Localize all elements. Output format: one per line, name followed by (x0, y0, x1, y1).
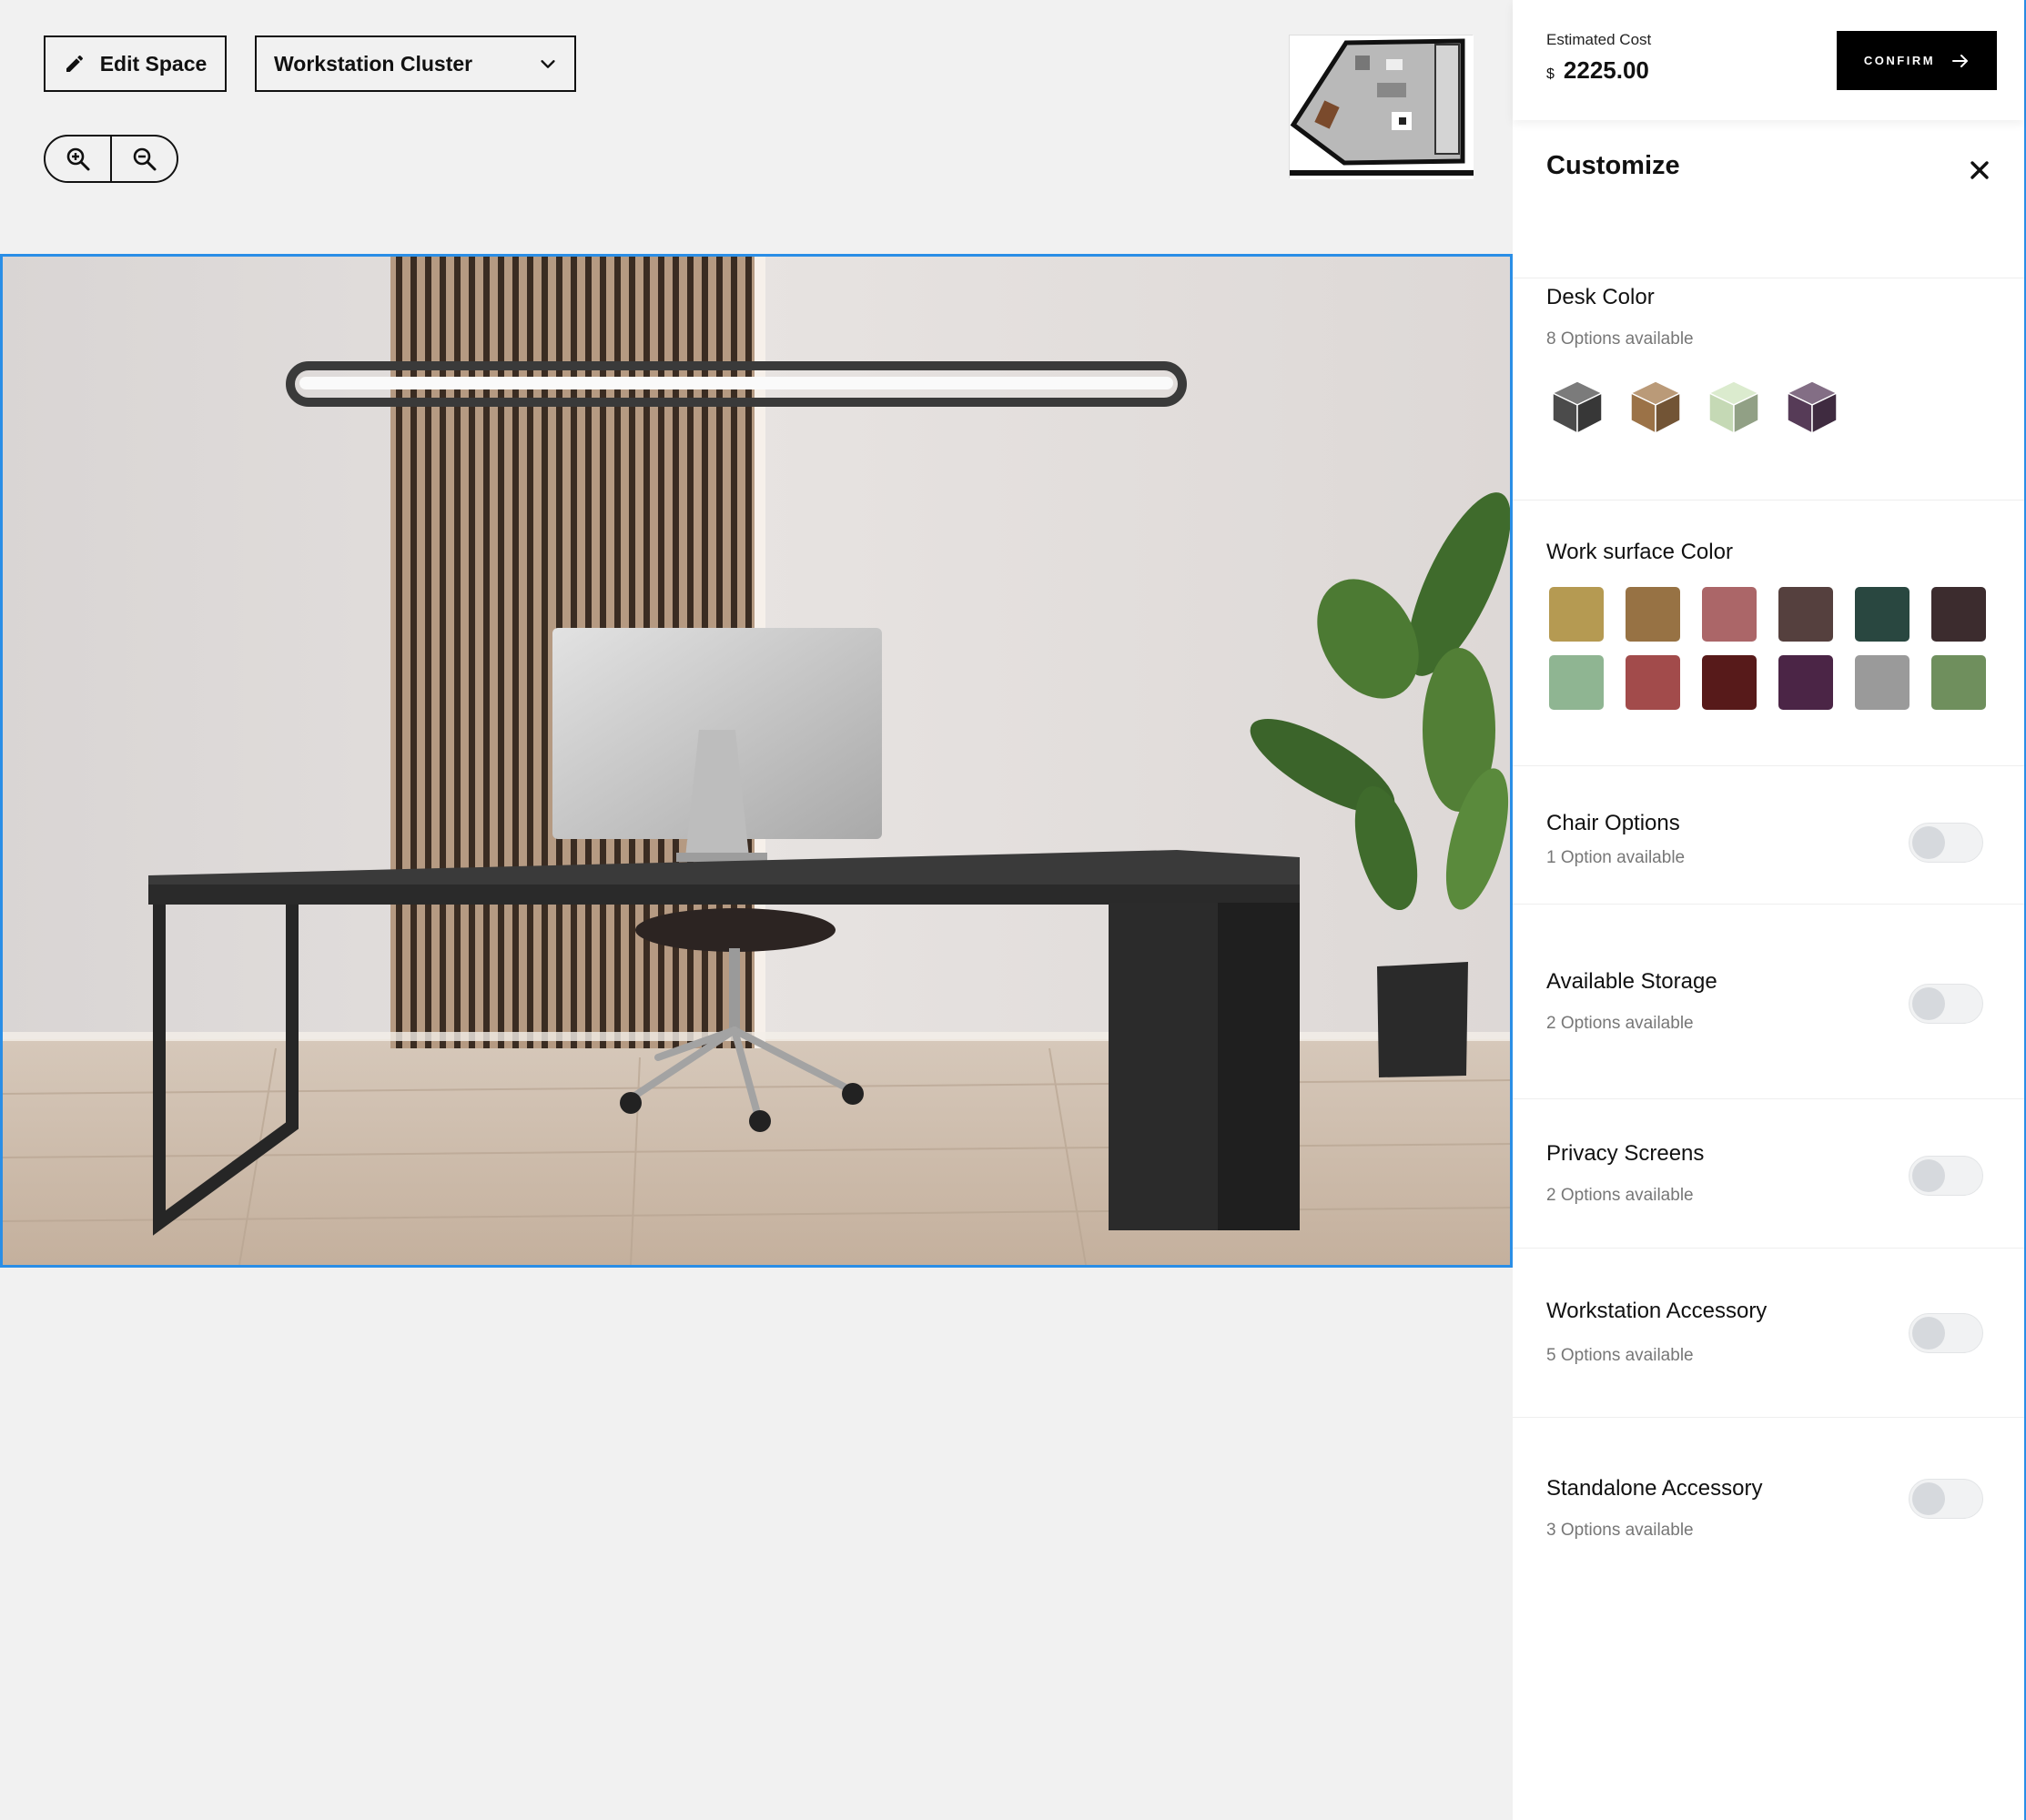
desk-color-cube-icon[interactable] (1627, 379, 1684, 435)
available-storage-subtitle: 2 Options available (1546, 1014, 1694, 1033)
workstation-accessory-title: Workstation Accessory (1546, 1299, 1768, 1323)
desk-color-subtitle: 8 Options available (1546, 329, 1694, 349)
work-surface-swatch[interactable] (1778, 587, 1833, 642)
floor-plan-minimap[interactable] (1289, 35, 1474, 179)
cost-amount: 2225.00 (1563, 56, 1649, 84)
work-surface-swatch[interactable] (1931, 587, 1986, 642)
work-surface-title: Work surface Color (1546, 540, 1733, 564)
standalone-accessory-toggle[interactable] (1909, 1479, 1983, 1519)
desk-color-section: Desk Color 8 Options available (1513, 249, 2024, 500)
customize-panel: Estimated Cost $ 2225.00 CONFIRM Customi… (1513, 0, 2026, 1820)
work-surface-swatch[interactable] (1778, 655, 1833, 710)
standalone-accessory-section: Standalone Accessory 3 Options available (1513, 1418, 2024, 1582)
work-surface-section: Work surface Color (1513, 500, 2024, 766)
chair-options-toggle[interactable] (1909, 823, 1983, 863)
work-surface-swatch[interactable] (1626, 655, 1680, 710)
estimated-cost-value: $ 2225.00 (1546, 56, 1649, 85)
desk-color-cube-icon[interactable] (1784, 379, 1840, 435)
toggle-knob (1912, 1317, 1945, 1350)
confirm-button[interactable]: CONFIRM (1837, 31, 1997, 90)
arrow-right-icon (1952, 54, 1969, 67)
desk-color-cube-icon[interactable] (1706, 379, 1762, 435)
zoom-in-button[interactable] (46, 136, 110, 181)
confirm-label: CONFIRM (1863, 54, 1936, 67)
work-surface-swatch[interactable] (1549, 587, 1604, 642)
zoom-in-icon (66, 147, 89, 170)
work-surface-swatch[interactable] (1931, 655, 1986, 710)
chair-options-title: Chair Options (1546, 811, 1680, 835)
privacy-screens-section: Privacy Screens 2 Options available (1513, 1099, 2024, 1249)
pencil-icon (66, 55, 83, 72)
chair-options-section: Chair Options 1 Option available (1513, 766, 2024, 905)
standalone-accessory-subtitle: 3 Options available (1546, 1521, 1694, 1540)
customize-title: Customize (1546, 151, 1680, 180)
chair-options-subtitle: 1 Option available (1546, 848, 1686, 867)
toggle-knob (1912, 987, 1945, 1020)
toggle-knob (1912, 1482, 1945, 1515)
work-surface-options (1549, 587, 1986, 710)
workstation-accessory-toggle[interactable] (1909, 1313, 1983, 1353)
estimated-cost-label: Estimated Cost (1546, 31, 1652, 48)
zoom-out-button[interactable] (110, 136, 177, 181)
work-surface-swatch[interactable] (1549, 655, 1604, 710)
chevron-down-icon (541, 60, 555, 68)
edit-space-button[interactable]: Edit Space (44, 35, 227, 92)
toggle-knob (1912, 826, 1945, 859)
zoom-controls (44, 135, 178, 183)
available-storage-section: Available Storage 2 Options available (1513, 905, 2024, 1099)
close-icon[interactable] (1968, 158, 1991, 182)
privacy-screens-toggle[interactable] (1909, 1156, 1983, 1196)
work-surface-swatch[interactable] (1855, 587, 1910, 642)
workstation-accessory-section: Workstation Accessory 5 Options availabl… (1513, 1249, 2024, 1418)
space-type-value: Workstation Cluster (274, 51, 473, 76)
workspace-3d-view[interactable] (0, 254, 1513, 1268)
edit-space-label: Edit Space (99, 51, 208, 76)
workspace: Edit Space Workstation Cluster (0, 0, 1513, 1820)
desk-color-options (1549, 379, 1840, 435)
cost-bar: Estimated Cost $ 2225.00 CONFIRM (1513, 0, 2024, 120)
toggle-knob (1912, 1159, 1945, 1192)
work-surface-swatch[interactable] (1855, 655, 1910, 710)
available-storage-title: Available Storage (1546, 969, 1717, 994)
work-surface-swatch[interactable] (1626, 587, 1680, 642)
desk-color-title: Desk Color (1546, 285, 1655, 309)
workstation-accessory-subtitle: 5 Options available (1546, 1346, 1694, 1365)
space-type-select[interactable]: Workstation Cluster (255, 35, 576, 92)
standalone-accessory-title: Standalone Accessory (1546, 1476, 1763, 1501)
work-surface-swatch[interactable] (1702, 655, 1757, 710)
privacy-screens-title: Privacy Screens (1546, 1141, 1705, 1166)
privacy-screens-subtitle: 2 Options available (1546, 1186, 1694, 1205)
desk-color-cube-icon[interactable] (1549, 379, 1606, 435)
available-storage-toggle[interactable] (1909, 984, 1983, 1024)
cost-currency: $ (1546, 66, 1555, 82)
zoom-out-icon (133, 147, 156, 170)
work-surface-swatch[interactable] (1702, 587, 1757, 642)
